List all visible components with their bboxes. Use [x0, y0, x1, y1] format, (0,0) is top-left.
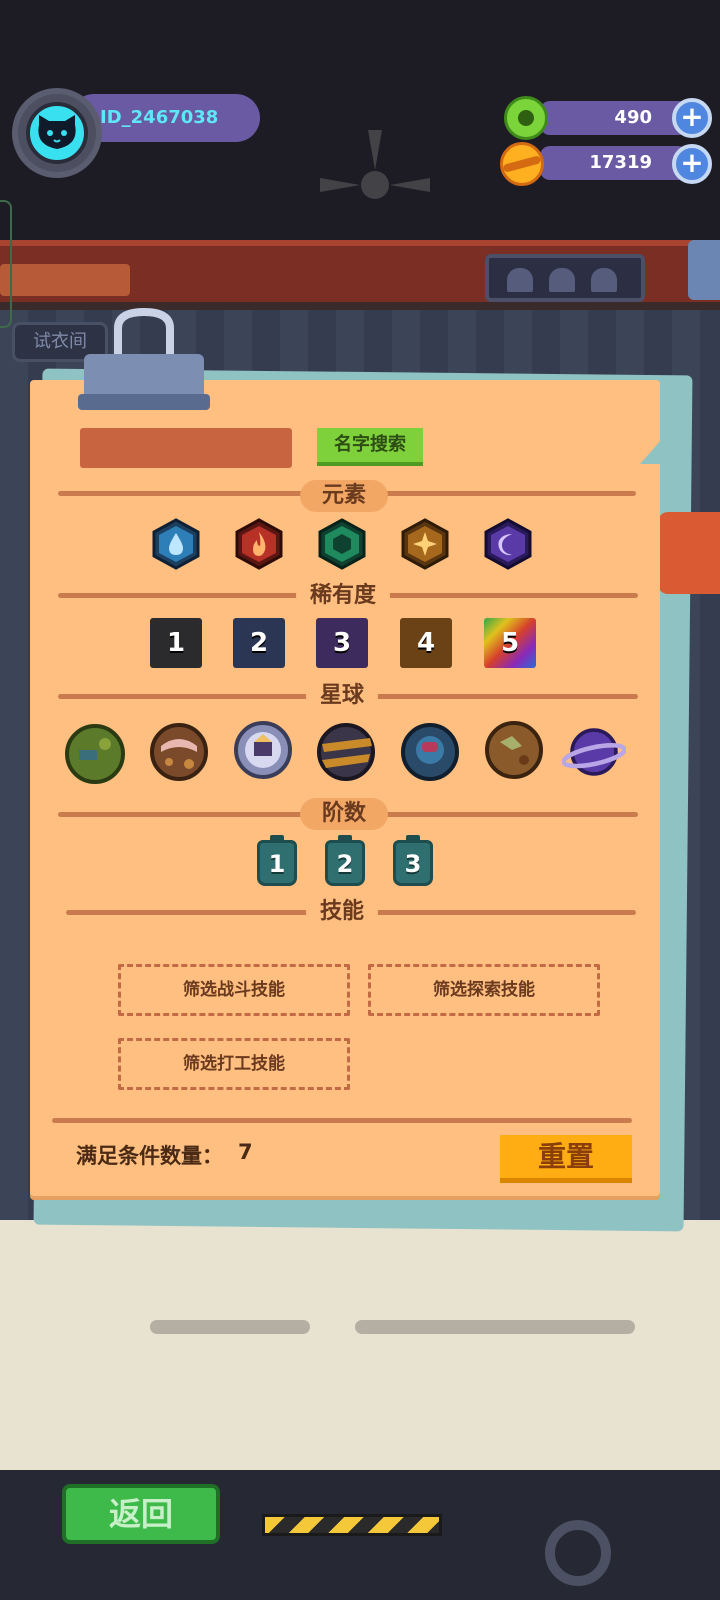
share-button[interactable] — [688, 240, 720, 300]
fire-element-icon[interactable] — [235, 518, 283, 570]
work-skill-filter-button[interactable]: 筛选打工技能 — [118, 1038, 350, 1090]
fan-icon — [320, 130, 430, 199]
side-drawer-handle[interactable] — [0, 200, 12, 328]
rocky-planet-icon[interactable] — [482, 716, 546, 780]
return-button[interactable]: 返回 — [62, 1484, 220, 1544]
planet-section-title: 星球 — [306, 680, 378, 712]
explore-skill-filter-button[interactable]: 筛选探索技能 — [368, 964, 600, 1016]
background-shelf — [0, 240, 720, 310]
nature-element-icon[interactable] — [318, 518, 366, 570]
binder-clip-icon — [78, 308, 210, 410]
brown-planet-icon[interactable] — [147, 718, 211, 782]
match-count-label: 满足条件数量： — [76, 1144, 223, 1168]
tier-2-button[interactable]: 2 — [325, 835, 365, 886]
green-currency-pill: 490 — [540, 101, 688, 135]
castle-planet-icon[interactable] — [231, 716, 295, 780]
rarity-5-button[interactable]: 5 — [484, 618, 536, 668]
water-element-icon[interactable] — [152, 518, 200, 570]
gold-currency-value: 17319 — [589, 152, 652, 173]
reset-button[interactable]: 重置 — [500, 1135, 632, 1183]
gold-planet-icon — [500, 142, 544, 186]
rarity-section-title: 稀有度 — [296, 580, 390, 612]
battle-skill-filter-button[interactable]: 筛选战斗技能 — [118, 964, 350, 1016]
name-search-input[interactable] — [80, 428, 292, 468]
cat-avatar-icon — [38, 115, 76, 149]
gold-currency-pill: 17319 — [540, 146, 688, 180]
tier-1-button[interactable]: 1 — [257, 835, 297, 886]
rarity-2-button[interactable]: 2 — [233, 618, 285, 668]
hazard-stripe — [262, 1514, 442, 1536]
tier-section-title: 阶数 — [300, 798, 388, 830]
add-green-currency-button[interactable]: + — [672, 98, 712, 138]
light-element-icon[interactable] — [401, 518, 449, 570]
background-ring — [545, 1520, 611, 1586]
match-count-value: 7 — [238, 1140, 253, 1164]
purple-planet-icon[interactable] — [562, 720, 626, 784]
player-id: ID_2467038 — [100, 107, 219, 128]
green-planet-icon[interactable] — [63, 722, 127, 786]
side-tab — [658, 512, 720, 594]
element-section-title: 元素 — [300, 480, 388, 512]
avatar[interactable] — [26, 102, 88, 164]
rarity-4-button[interactable]: 4 — [400, 618, 452, 668]
rarity-1-button[interactable]: 1 — [150, 618, 202, 668]
add-gold-currency-button[interactable]: + — [672, 144, 712, 184]
tier-3-button[interactable]: 3 — [393, 835, 433, 886]
rarity-3-button[interactable]: 3 — [316, 618, 368, 668]
striped-planet-icon[interactable] — [314, 718, 378, 782]
dark-element-icon[interactable] — [484, 518, 532, 570]
avatar-frame[interactable] — [12, 88, 102, 178]
skill-section-title: 技能 — [306, 896, 378, 928]
green-donut-icon — [504, 96, 548, 140]
green-currency-value: 490 — [614, 107, 652, 128]
blue-planet-icon[interactable] — [398, 718, 462, 782]
name-search-button[interactable]: 名字搜索 — [317, 428, 423, 466]
